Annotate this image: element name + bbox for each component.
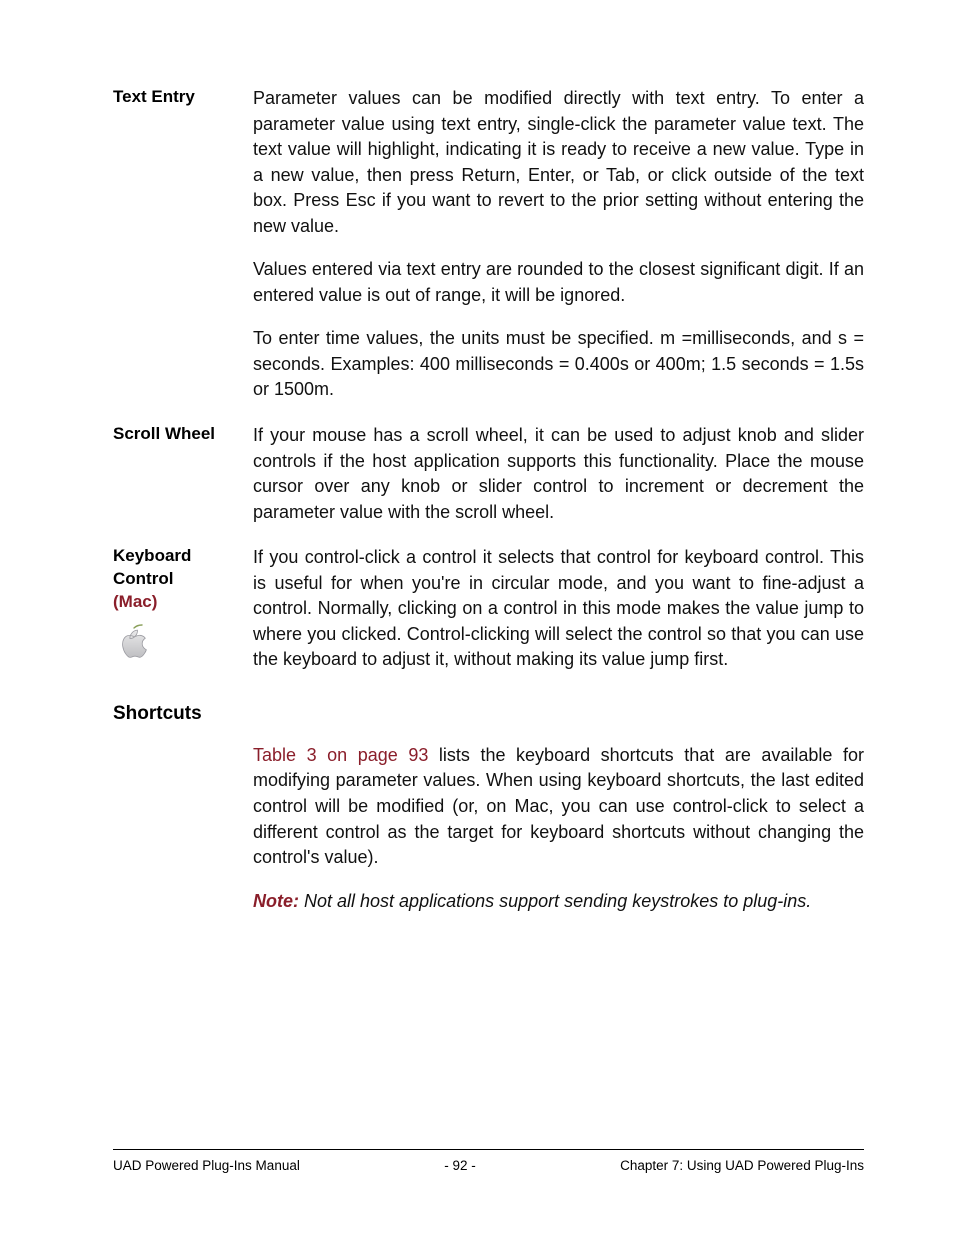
- label-text-entry: Text Entry: [113, 86, 253, 109]
- label-keyboard-line1: Keyboard: [113, 545, 253, 568]
- body-keyboard-control: If you control-click a control it select…: [253, 545, 864, 673]
- apple-logo-icon: [113, 622, 253, 662]
- footer-center: - 92 -: [444, 1158, 476, 1173]
- label-keyboard-line2: Control: [113, 568, 253, 591]
- page: Text Entry Parameter values can be modif…: [0, 0, 954, 1235]
- text-entry-p2: Values entered via text entry are rounde…: [253, 257, 864, 308]
- shortcuts-table-link[interactable]: Table 3 on page 93: [253, 745, 428, 765]
- label-scroll-wheel: Scroll Wheel: [113, 423, 253, 446]
- keyboard-control-p1: If you control-click a control it select…: [253, 545, 864, 673]
- body-scroll-wheel: If your mouse has a scroll wheel, it can…: [253, 423, 864, 525]
- label-keyboard-mac: (Mac): [113, 591, 253, 614]
- scroll-wheel-p1: If your mouse has a scroll wheel, it can…: [253, 423, 864, 525]
- body-shortcuts: Table 3 on page 93 lists the keyboard sh…: [253, 743, 864, 914]
- row-shortcuts: Table 3 on page 93 lists the keyboard sh…: [113, 743, 864, 914]
- note-body: Not all host applications support sendin…: [299, 891, 811, 911]
- heading-shortcuts: Shortcuts: [113, 703, 864, 725]
- page-footer: UAD Powered Plug-Ins Manual - 92 - Chapt…: [113, 1149, 864, 1173]
- footer-right: Chapter 7: Using UAD Powered Plug-Ins: [620, 1158, 864, 1173]
- row-scroll-wheel: Scroll Wheel If your mouse has a scroll …: [113, 423, 864, 525]
- row-keyboard-control: Keyboard Control (Mac) If you control-cl: [113, 545, 864, 673]
- text-entry-p3: To enter time values, the units must be …: [253, 326, 864, 403]
- shortcuts-p1: Table 3 on page 93 lists the keyboard sh…: [253, 743, 864, 871]
- row-text-entry: Text Entry Parameter values can be modif…: [113, 86, 864, 403]
- footer-left: UAD Powered Plug-Ins Manual: [113, 1158, 300, 1173]
- note-label: Note:: [253, 891, 299, 911]
- text-entry-p1: Parameter values can be modified directl…: [253, 86, 864, 239]
- body-text-entry: Parameter values can be modified directl…: [253, 86, 864, 403]
- label-keyboard-control: Keyboard Control (Mac): [113, 545, 253, 662]
- shortcuts-note: Note: Not all host applications support …: [253, 889, 864, 915]
